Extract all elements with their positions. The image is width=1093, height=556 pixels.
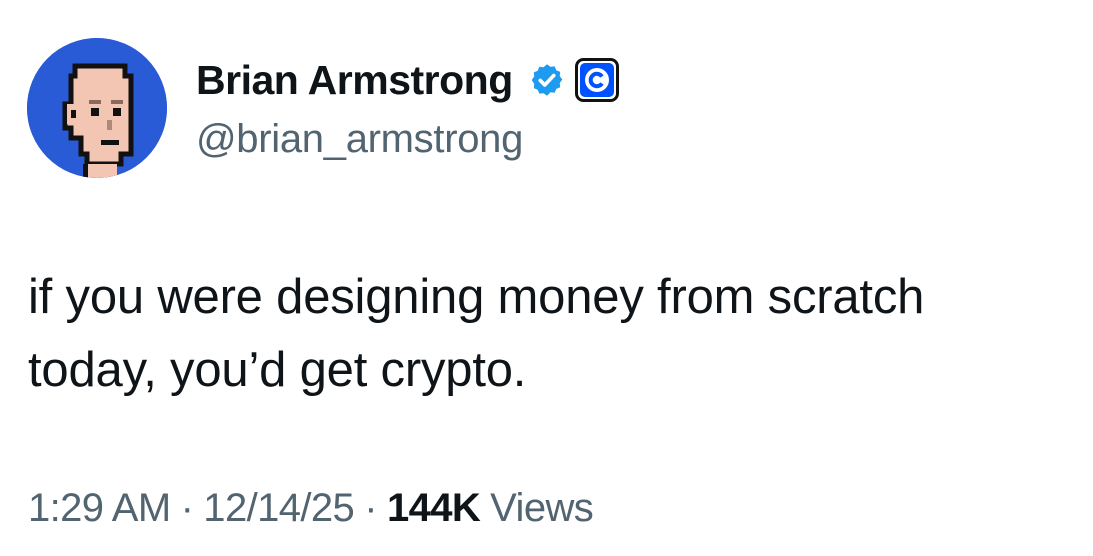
tweet-time[interactable]: 1:29 AM: [28, 486, 171, 531]
verified-badge-icon[interactable]: [529, 62, 565, 98]
handle[interactable]: @brian_armstrong: [196, 114, 523, 164]
tweet-text: if you were designing money from scratch…: [28, 270, 925, 397]
views-label: Views: [490, 485, 594, 530]
tweet-meta: 1:29 AM · 12/14/25 · 144K Views: [28, 482, 594, 534]
tweet-date[interactable]: 12/14/25: [203, 486, 355, 531]
name-row: Brian Armstrong: [196, 54, 619, 106]
tweet-card: Brian Armstrong @brian_armstrong if you …: [0, 0, 1093, 556]
display-name[interactable]: Brian Armstrong: [196, 54, 513, 106]
meta-separator: ·: [364, 485, 377, 530]
coinbase-affiliate-icon[interactable]: [574, 58, 619, 102]
views-count[interactable]: 144K: [387, 486, 481, 531]
avatar[interactable]: [27, 38, 167, 178]
meta-separator: ·: [180, 485, 194, 530]
pixel-punk-avatar-icon: [27, 38, 167, 178]
